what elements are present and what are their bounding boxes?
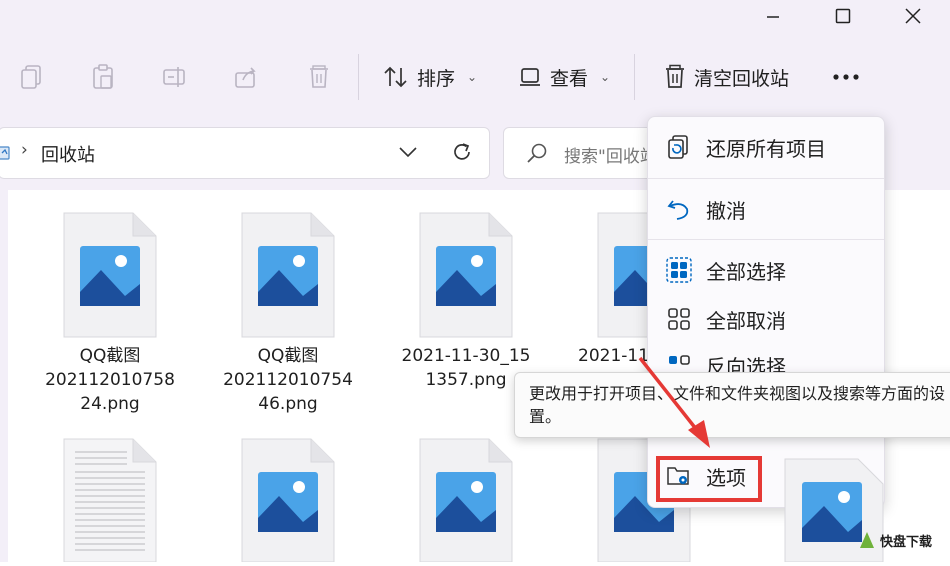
file-item[interactable] — [241, 438, 335, 566]
view-icon — [520, 68, 540, 86]
watermark-text: 快盘下载 — [880, 534, 933, 550]
watermark-icon — [860, 532, 874, 548]
paste-icon — [93, 64, 113, 89]
annotation-arrow-icon — [638, 356, 710, 448]
chevron-down-icon: ⌄ — [467, 70, 478, 84]
command-bar: 排序 ⌄ 查看 ⌄ 清空回收站 — [0, 40, 950, 117]
recycle-bin-icon — [0, 146, 10, 160]
image-file-icon — [241, 438, 335, 563]
share-icon — [235, 67, 256, 88]
select-all-icon — [664, 255, 694, 285]
restore-icon — [664, 132, 694, 162]
menu-item-label: 撤消 — [706, 198, 746, 223]
options-tooltip: 更改用于打开项目、文件和文件夹视图以及搜索等方面的设置。 — [514, 372, 950, 438]
maximize-button[interactable] — [820, 4, 866, 28]
nav-pane-edge — [0, 190, 8, 562]
menu-item-select-all[interactable]: 全部选择 — [648, 245, 884, 295]
sort-button[interactable]: 排序 ⌄ — [383, 58, 477, 96]
delete-button[interactable] — [304, 62, 334, 92]
rename-button[interactable] — [160, 62, 190, 92]
empty-recycle-bin-label: 清空回收站 — [694, 67, 790, 90]
search-icon — [527, 143, 547, 163]
file-item[interactable]: QQ截图 202112010754 46.png — [198, 212, 378, 416]
watermark-logo: 快盘下载 — [858, 530, 932, 550]
toolbar-separator — [634, 54, 635, 100]
image-file-icon — [63, 212, 157, 338]
refresh-icon[interactable] — [451, 141, 473, 163]
address-bar[interactable]: › 回收站 — [0, 127, 490, 179]
view-label: 查看 — [550, 67, 589, 90]
more-icon — [833, 74, 859, 80]
copy-icon — [21, 65, 41, 89]
close-icon — [905, 8, 921, 24]
trash-icon — [666, 64, 684, 88]
file-item[interactable] — [419, 438, 513, 566]
minimize-icon — [767, 16, 779, 18]
view-button[interactable]: 查看 ⌄ — [518, 58, 610, 96]
file-item[interactable]: QQ截图 202112010758 24.png — [20, 212, 200, 416]
undo-icon — [664, 194, 694, 224]
menu-separator — [648, 178, 884, 179]
toolbar-separator — [358, 54, 359, 100]
file-name: QQ截图 202112010758 24.png — [45, 346, 175, 414]
select-none-icon — [664, 304, 694, 334]
menu-item-label: 全部取消 — [706, 308, 786, 333]
maximize-icon — [835, 8, 851, 24]
text-file-item[interactable] — [63, 438, 157, 566]
chevron-down-icon: ⌄ — [600, 70, 611, 84]
chevron-down-icon[interactable] — [399, 146, 417, 158]
copy-button[interactable] — [16, 62, 46, 92]
file-item[interactable]: 2021-11-30_15 1357.png — [376, 212, 556, 392]
menu-item-undo[interactable]: 撤消 — [648, 184, 884, 234]
image-file-icon — [419, 438, 513, 563]
share-button[interactable] — [232, 62, 262, 92]
rename-icon — [163, 67, 185, 87]
trash-icon — [310, 65, 328, 88]
menu-item-label: 全部选择 — [706, 259, 786, 284]
close-button[interactable] — [890, 4, 936, 28]
more-options-button[interactable] — [830, 62, 862, 92]
menu-item-select-none[interactable]: 全部取消 — [648, 294, 884, 344]
text-file-icon — [63, 438, 157, 563]
paste-button[interactable] — [88, 62, 118, 92]
menu-item-restore-all[interactable]: 还原所有项目 — [648, 122, 884, 172]
breadcrumb-recycle-bin[interactable]: 回收站 — [41, 141, 95, 167]
sort-label: 排序 — [417, 67, 456, 90]
tooltip-text: 更改用于打开项目、文件和文件夹视图以及搜索等方面的设置。 — [529, 384, 946, 426]
sort-icon — [384, 66, 407, 88]
image-file-icon — [241, 212, 335, 338]
empty-recycle-bin-button[interactable]: 清空回收站 — [664, 58, 789, 96]
breadcrumb-chevron-icon: › — [21, 140, 28, 160]
menu-separator — [648, 239, 884, 240]
title-bar — [0, 0, 950, 40]
file-name: QQ截图 202112010754 46.png — [223, 346, 353, 414]
options-highlight-box — [656, 456, 762, 502]
menu-item-label: 还原所有项目 — [706, 136, 826, 161]
minimize-button[interactable] — [750, 4, 796, 28]
image-file-icon — [419, 212, 513, 338]
